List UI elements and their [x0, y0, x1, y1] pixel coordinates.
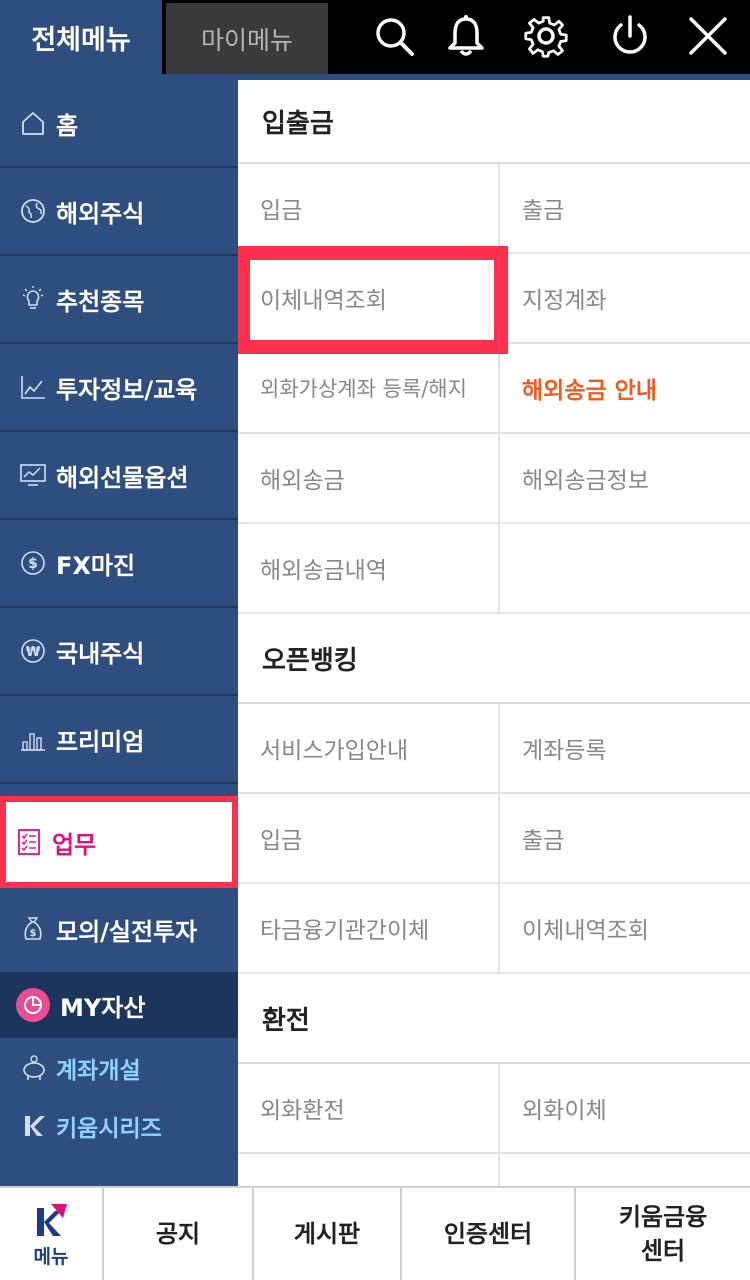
- sidebar-item-label: 모의/실전투자: [56, 917, 198, 946]
- bottom-item-cert-center[interactable]: 인증센터: [400, 1188, 574, 1280]
- svg-text:$: $: [30, 928, 37, 939]
- tab-all-menu[interactable]: 전체메뉴: [0, 0, 162, 74]
- menu-item-overseas-remittance[interactable]: 해외송금: [238, 434, 500, 524]
- menu-item-ob-deposit[interactable]: 입금: [238, 794, 500, 884]
- bottom-item-finance-center[interactable]: 키움금융 센터: [574, 1188, 750, 1280]
- sidebar-item-domestic-stock[interactable]: ₩ 국내주식: [0, 608, 238, 696]
- menu-item-ob-withdraw[interactable]: 출금: [500, 794, 750, 884]
- sidebar-link-account-open[interactable]: 계좌개설: [0, 1046, 238, 1090]
- sidebar-link-label: 키움시리즈: [56, 1116, 162, 1142]
- sidebar-item-futures-options[interactable]: 해외선물옵션: [0, 432, 238, 520]
- won-icon: ₩: [20, 638, 46, 664]
- svg-text:$: $: [28, 556, 38, 572]
- sidebar-item-label: 해외선물옵션: [56, 463, 189, 492]
- highlight-annotation: [238, 246, 508, 354]
- sidebar-item-label: 해외주식: [56, 199, 145, 228]
- sidebar-item-mock-real-invest[interactable]: $ 모의/실전투자: [0, 886, 238, 974]
- menu-item-remittance-guide[interactable]: 해외송금 안내: [500, 344, 750, 434]
- menu-item-remittance-history[interactable]: 해외송금내역: [238, 524, 500, 614]
- menu-item-withdraw[interactable]: 출금: [500, 164, 750, 254]
- sidebar-item-label: 추천종목: [56, 287, 145, 316]
- bottom-menu-label: 메뉴: [33, 1245, 69, 1268]
- menu-item-virtual-account[interactable]: 외화가상계좌 등록/해지: [238, 344, 500, 434]
- bottom-bar: 메뉴 공지 게시판 인증센터 키움금융 센터: [0, 1186, 750, 1280]
- sidebar-item-recommended[interactable]: 추천종목: [0, 256, 238, 344]
- sidebar-item-label: 업무: [52, 830, 97, 859]
- sidebar-item-home[interactable]: 홈: [0, 80, 238, 168]
- sidebar-item-label: 홈: [56, 111, 79, 140]
- sidebar-link-kiwoom-series[interactable]: 키움시리즈: [0, 1104, 238, 1148]
- menu-item-account-register[interactable]: 계좌등록: [500, 704, 750, 794]
- sidebar-item-business[interactable]: 업무: [0, 796, 238, 888]
- sidebar-item-label: 프리미엄: [56, 727, 145, 756]
- kiwoom-logo-icon: [37, 1203, 67, 1236]
- sidebar: 홈 해외주식 추천종목 투자정보/교육 해외선물옵션 $ FX마진 ₩ 국내주식…: [0, 80, 238, 1188]
- section-title-deposit-withdraw: 입출금: [238, 80, 750, 164]
- checklist-icon: [16, 829, 42, 855]
- menu-item-empty: [500, 524, 750, 614]
- sidebar-item-fx-margin[interactable]: $ FX마진: [0, 520, 238, 608]
- menu-item-fx-transfer[interactable]: 외화이체: [500, 1064, 750, 1154]
- top-bar: 전체메뉴 마이메뉴: [0, 0, 750, 80]
- my-asset-label: MY자산: [60, 993, 146, 1022]
- bottom-item-notice[interactable]: 공지: [102, 1188, 252, 1280]
- tab-my-menu[interactable]: 마이메뉴: [166, 3, 328, 74]
- menu-item-ob-transfer-history[interactable]: 이체내역조회: [500, 884, 750, 974]
- pie-chart-icon: [16, 988, 50, 1022]
- menu-content: 입출금 입금 출금 이체내역조회 지정계좌 외화가상계좌 등록/해지 해외송금 …: [238, 80, 750, 1188]
- bottom-item-board[interactable]: 게시판: [252, 1188, 400, 1280]
- sidebar-item-label: 투자정보/교육: [56, 375, 198, 404]
- section-title-open-banking: 오픈뱅킹: [238, 614, 750, 704]
- menu-item-interbank-transfer[interactable]: 타금융기관간이체: [238, 884, 500, 974]
- sidebar-item-invest-info[interactable]: 투자정보/교육: [0, 344, 238, 432]
- monitor-chart-icon: [20, 462, 46, 488]
- close-icon[interactable]: [678, 6, 738, 66]
- sidebar-item-overseas-stock[interactable]: 해외주식: [0, 168, 238, 256]
- sidebar-link-label: 계좌개설: [56, 1058, 141, 1084]
- dollar-icon: $: [20, 550, 46, 576]
- sidebar-my-asset[interactable]: MY자산: [0, 972, 238, 1038]
- kiwoom-logo-icon: [20, 1112, 48, 1140]
- bar-chart-icon: [20, 726, 46, 752]
- sidebar-item-label: FX마진: [56, 551, 136, 580]
- chart-line-icon: [20, 374, 46, 400]
- power-icon[interactable]: [600, 6, 660, 66]
- section-title-exchange: 환전: [238, 974, 750, 1064]
- menu-item-cutoff: [238, 1154, 500, 1188]
- svg-text:₩: ₩: [26, 645, 41, 660]
- globe-icon: [20, 198, 46, 224]
- lightbulb-icon: [20, 286, 46, 312]
- home-icon: [20, 110, 46, 136]
- menu-item-service-signup[interactable]: 서비스가입안내: [238, 704, 500, 794]
- bottom-menu-button[interactable]: 메뉴: [0, 1188, 102, 1280]
- gear-icon[interactable]: [516, 6, 576, 66]
- money-bag-icon: $: [20, 916, 46, 942]
- menu-item-fx-exchange[interactable]: 외화환전: [238, 1064, 500, 1154]
- bell-icon[interactable]: [436, 6, 496, 66]
- sidebar-item-label: 국내주식: [56, 639, 145, 668]
- menu-item-cutoff: [500, 1154, 750, 1188]
- sidebar-item-premium[interactable]: 프리미엄: [0, 696, 238, 784]
- menu-item-deposit[interactable]: 입금: [238, 164, 500, 254]
- search-icon[interactable]: [364, 6, 424, 66]
- menu-item-remittance-info[interactable]: 해외송금정보: [500, 434, 750, 524]
- piggy-bank-icon: [20, 1054, 48, 1082]
- menu-item-designated-account[interactable]: 지정계좌: [500, 254, 750, 344]
